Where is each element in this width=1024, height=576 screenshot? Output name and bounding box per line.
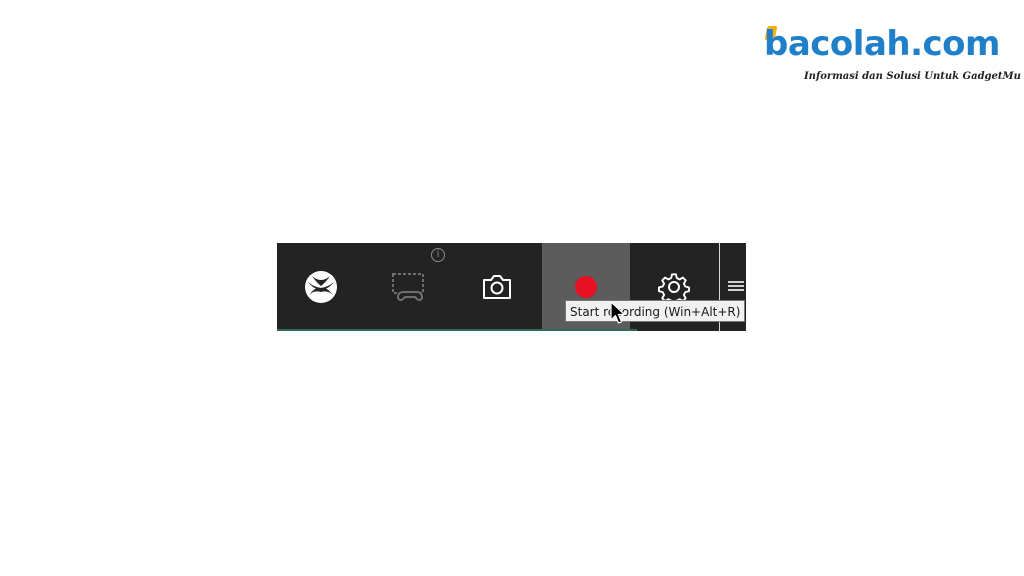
- broadcast-gamepad-icon: [392, 273, 424, 301]
- mouse-cursor-icon: [610, 301, 626, 324]
- xbox-button[interactable]: [277, 243, 365, 331]
- brand-watermark: bacolah.com Informasi dan Solusi Untuk G…: [764, 24, 1021, 88]
- bar-accent-line: [277, 329, 637, 331]
- brand-name: bacolah.com: [764, 24, 1000, 64]
- record-dot-icon: [575, 276, 597, 298]
- record-tooltip: Start recording (Win+Alt+R): [565, 300, 746, 322]
- drag-handle-icon[interactable]: [728, 281, 744, 293]
- info-icon[interactable]: i: [431, 248, 445, 262]
- xbox-logo-icon: [305, 271, 337, 303]
- screenshot-button[interactable]: [453, 243, 541, 331]
- camera-icon: [483, 275, 511, 299]
- gear-icon: [658, 273, 690, 303]
- brand-tagline: Informasi dan Solusi Untuk GadgetMu: [804, 71, 1021, 82]
